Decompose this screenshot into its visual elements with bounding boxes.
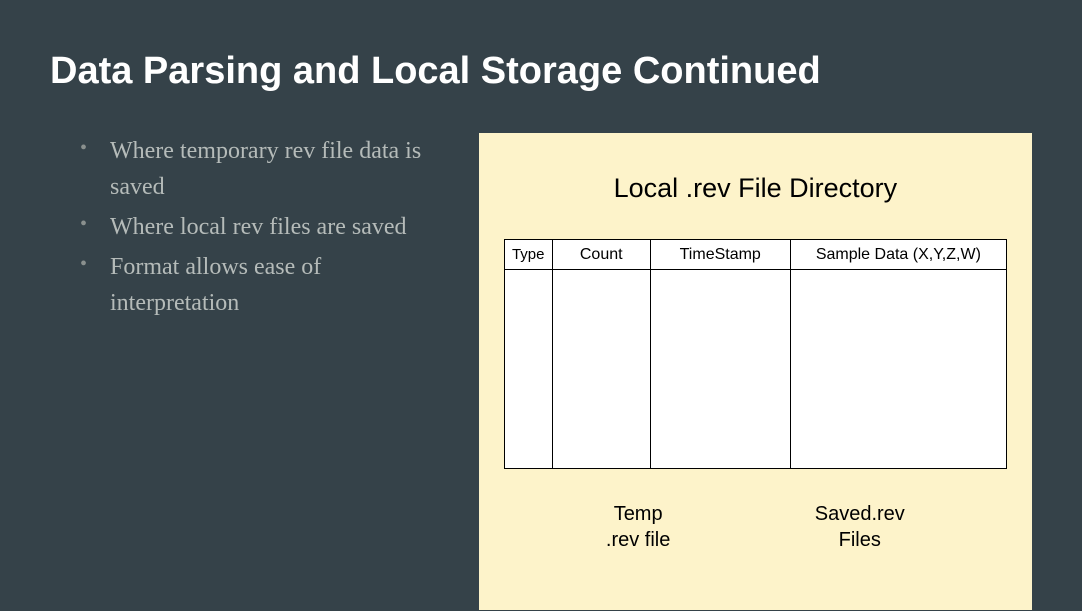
slide-title: Data Parsing and Local Storage Continued bbox=[50, 50, 1032, 93]
table-header-timestamp: TimeStamp bbox=[651, 240, 790, 270]
label-saved-rev: Saved.revFiles bbox=[815, 501, 905, 553]
bottom-labels: Temp.rev file Saved.revFiles bbox=[504, 501, 1007, 553]
bullet-item: Where local rev files are saved bbox=[80, 209, 449, 245]
table-body-cell bbox=[553, 270, 650, 468]
directory-table: Type Count TimeStamp Sample Data (X,Y,Z,… bbox=[504, 239, 1007, 469]
content-row: Where temporary rev file data is saved W… bbox=[50, 133, 1032, 610]
table-body-cell bbox=[791, 270, 1006, 468]
table-body-cell bbox=[505, 270, 552, 468]
table-body-cell bbox=[651, 270, 790, 468]
table-col-count: Count bbox=[553, 240, 651, 468]
label-temp-rev: Temp.rev file bbox=[606, 501, 670, 553]
table-col-sample: Sample Data (X,Y,Z,W) bbox=[791, 240, 1006, 468]
table-header-sample: Sample Data (X,Y,Z,W) bbox=[791, 240, 1006, 270]
table-header-count: Count bbox=[553, 240, 650, 270]
bullet-item: Where temporary rev file data is saved bbox=[80, 133, 449, 205]
slide: Data Parsing and Local Storage Continued… bbox=[0, 0, 1082, 611]
bullet-list: Where temporary rev file data is saved W… bbox=[50, 133, 449, 610]
diagram-panel: Local .rev File Directory Type Count Tim… bbox=[479, 133, 1032, 610]
diagram-title: Local .rev File Directory bbox=[504, 173, 1007, 204]
table-header-type: Type bbox=[505, 240, 552, 270]
bullet-item: Format allows ease of interpretation bbox=[80, 249, 449, 321]
table-col-timestamp: TimeStamp bbox=[651, 240, 791, 468]
table-col-type: Type bbox=[505, 240, 553, 468]
